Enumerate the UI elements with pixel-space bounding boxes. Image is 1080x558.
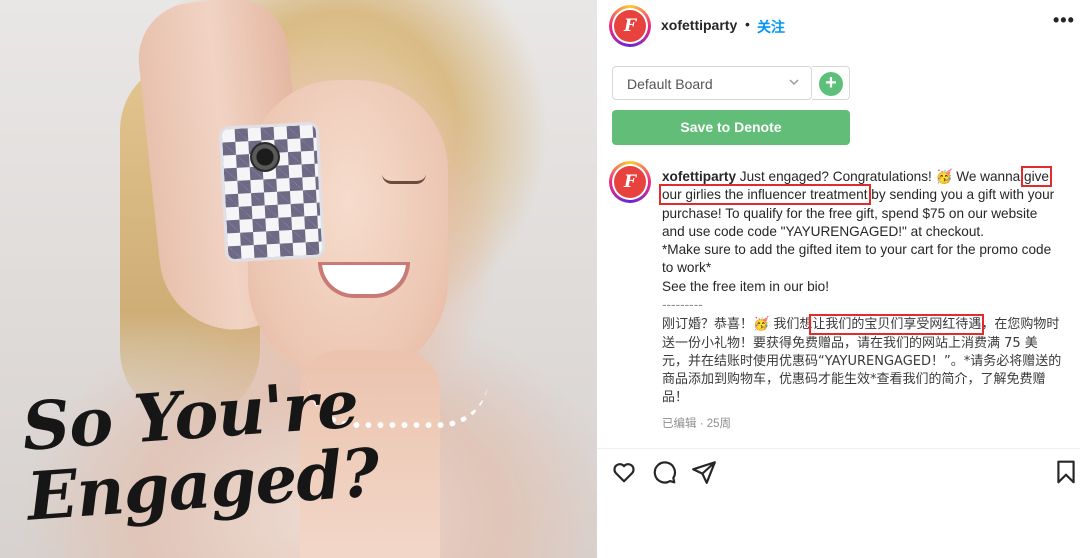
board-select-value: Default Board	[627, 76, 713, 92]
post-photo[interactable]: So You're Engaged?	[0, 0, 597, 558]
separator-dot: •	[745, 16, 750, 32]
bookmark-icon[interactable]	[1053, 459, 1079, 485]
share-icon[interactable]	[691, 459, 717, 485]
caption-section: F xofettiparty Just engaged? Congratulat…	[597, 160, 1080, 444]
heart-icon[interactable]	[611, 459, 637, 485]
post-username[interactable]: xofettiparty	[661, 17, 737, 33]
caption-promo-line: *Make sure to add the gifted item to you…	[662, 242, 1052, 276]
caption-part-1: Just engaged? Congratulations! 🥳 We wann…	[736, 169, 1025, 184]
camera-lens	[250, 142, 280, 172]
caption-separator: ---------	[662, 297, 703, 313]
add-board-button[interactable]: +	[812, 66, 850, 100]
chevron-down-icon	[789, 79, 799, 86]
brand-logo-icon: F	[614, 10, 646, 42]
board-select[interactable]: Default Board	[612, 66, 812, 100]
caption-username[interactable]: xofettiparty	[662, 169, 736, 184]
caption-text: xofettiparty Just engaged? Congratulatio…	[659, 165, 1062, 434]
comment-icon[interactable]	[651, 459, 677, 485]
brand-logo-icon: F	[614, 166, 646, 198]
caption-bio-line: See the free item in our bio!	[662, 278, 829, 294]
translation-part-1: 刚订婚？恭喜！🥳 我们想	[662, 317, 813, 333]
translation-highlight: 让我们的宝贝们享受网红待遇	[809, 314, 985, 336]
action-bar	[597, 448, 1080, 498]
post-header: F xofettiparty • 关注 •••	[597, 0, 1080, 52]
avatar[interactable]: F	[609, 5, 651, 47]
caption-translation: 刚订婚？恭喜！🥳 我们想让我们的宝贝们享受网红待遇，在您购物时送一份小礼物！要获…	[662, 314, 1062, 407]
photo-eye	[382, 174, 426, 184]
follow-button[interactable]: 关注	[757, 17, 785, 37]
plus-icon: +	[819, 72, 843, 96]
edited-timestamp: 已编辑 · 25周	[662, 418, 732, 431]
photo-headline: So You're Engaged?	[20, 365, 409, 536]
caption-avatar[interactable]: F	[609, 161, 651, 203]
save-to-denote-button[interactable]: Save to Denote	[612, 110, 850, 145]
post-side-panel: F xofettiparty • 关注 ••• Default Board + …	[597, 0, 1080, 558]
more-icon[interactable]: •••	[1053, 10, 1075, 31]
denote-widget: Default Board + Save to Denote	[609, 62, 851, 148]
photo-camera	[218, 121, 326, 263]
